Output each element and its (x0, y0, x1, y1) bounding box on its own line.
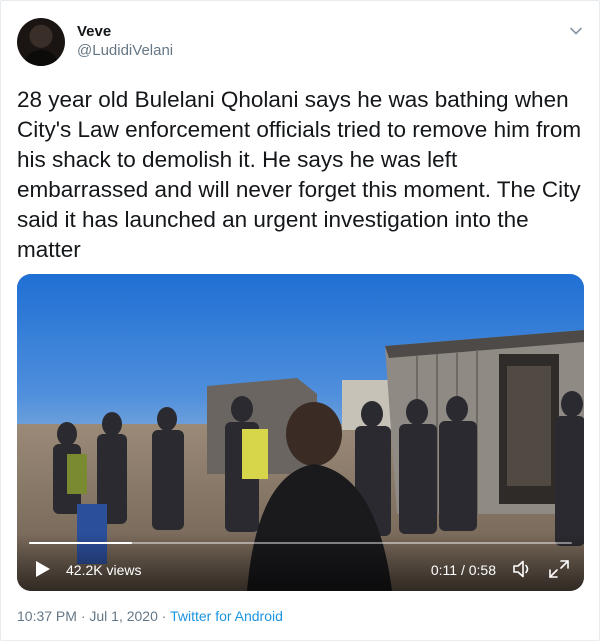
view-count: 42.2K views (66, 562, 142, 578)
tweet-menu-button[interactable] (567, 22, 585, 40)
video-controls: 42.2K views 0:11 / 0:58 (17, 533, 584, 591)
tweet-timestamp[interactable]: 10:37 PM · Jul 1, 2020 (17, 608, 158, 624)
fullscreen-icon (549, 560, 569, 578)
tweet-text: 28 year old Bulelani Qholani says he was… (17, 87, 582, 262)
volume-icon (513, 560, 529, 578)
fullscreen-button[interactable] (548, 559, 570, 579)
tweet-source-link[interactable]: Twitter for Android (170, 608, 283, 624)
avatar[interactable] (17, 18, 65, 66)
video-progress-fill (29, 542, 133, 544)
video-player[interactable]: 42.2K views 0:11 / 0:58 (17, 274, 584, 591)
video-progress-bar[interactable] (29, 542, 572, 544)
play-icon (36, 561, 50, 577)
tweet-meta: 10:37 PM · Jul 1, 2020 · Twitter for And… (17, 608, 283, 624)
volume-button[interactable] (512, 559, 534, 579)
author-display-name[interactable]: Veve (77, 23, 111, 40)
video-time: 0:11 / 0:58 (430, 562, 496, 578)
author-handle[interactable]: @LudidiVelani (77, 42, 173, 59)
chevron-down-icon (570, 27, 582, 35)
play-button[interactable] (33, 559, 53, 579)
tweet-card: Veve @LudidiVelani 28 year old Bulelani … (0, 0, 600, 641)
meta-separator: · (157, 608, 171, 624)
